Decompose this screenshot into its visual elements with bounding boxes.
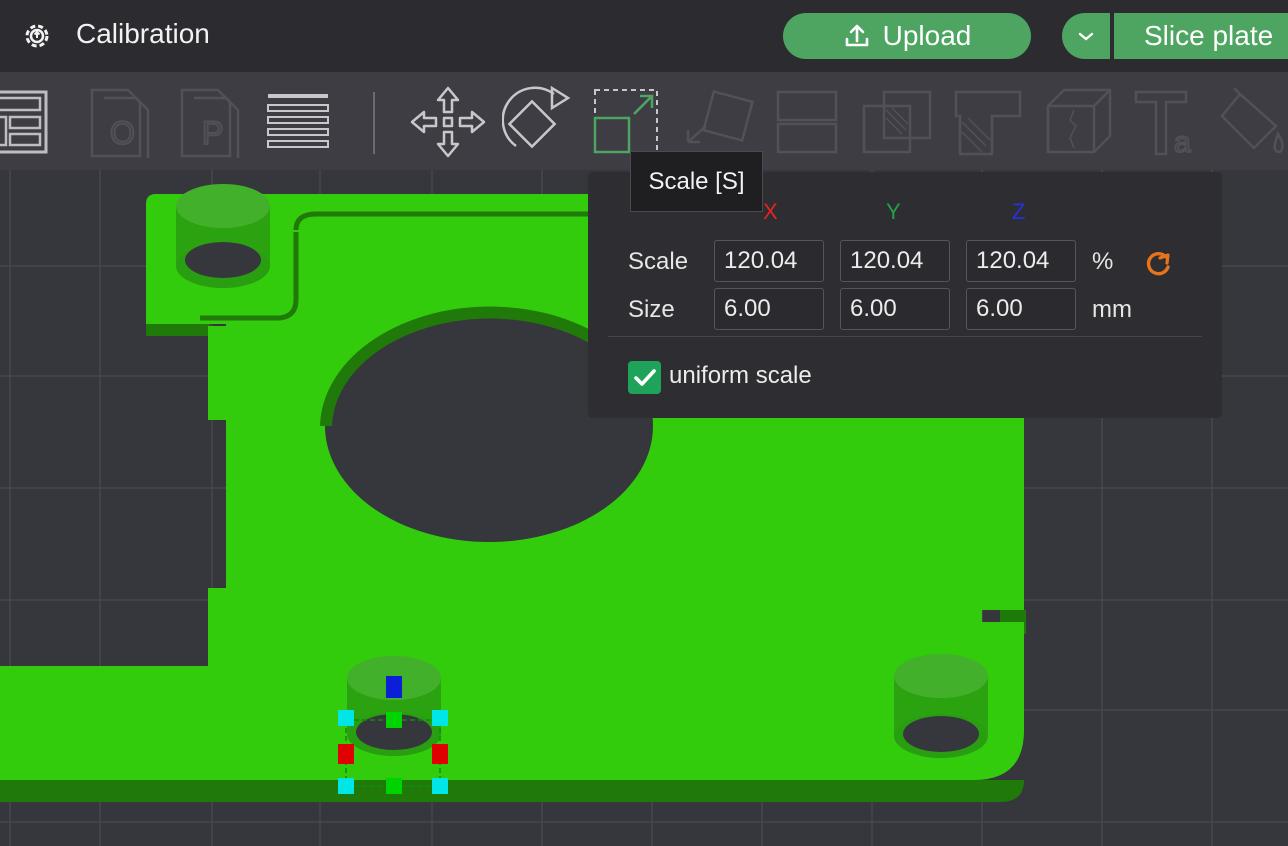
axis-y-label: Y	[886, 199, 901, 224]
cut-icon[interactable]	[776, 86, 840, 158]
page-title: Calibration	[76, 18, 210, 49]
scale-tooltip: Scale [S]	[630, 151, 763, 212]
lay-on-face-icon[interactable]	[684, 86, 756, 158]
text-icon[interactable]: a	[1134, 86, 1206, 158]
scale-icon[interactable]	[592, 86, 662, 158]
x-handle-left	[338, 744, 354, 764]
toolbar-divider	[372, 86, 376, 158]
corner-handle-br	[432, 778, 448, 794]
color-paint-icon[interactable]	[1220, 86, 1288, 158]
cylinder-top-left	[176, 184, 270, 288]
corner-handle-tl	[338, 710, 354, 726]
uniform-scale-label: uniform scale	[669, 362, 812, 389]
layers-icon[interactable]	[266, 86, 330, 158]
uniform-scale-checkbox[interactable]	[628, 361, 661, 394]
center-handle-bottom	[386, 778, 402, 794]
scale-z-input[interactable]: 120.04	[966, 240, 1076, 282]
size-x-input[interactable]: 6.00	[714, 288, 824, 330]
checkmark-icon	[634, 369, 656, 386]
seam-paint-icon[interactable]	[1044, 86, 1116, 158]
axis-z-label: Z	[1012, 199, 1026, 224]
gear-icon[interactable]	[22, 21, 52, 51]
slice-dropdown-button[interactable]	[1062, 13, 1110, 59]
scale-unit: %	[1092, 248, 1114, 275]
scale-row-label: Scale	[628, 248, 689, 275]
slice-plate-label: Slice plate	[1144, 20, 1274, 51]
rotate-icon[interactable]	[502, 86, 574, 158]
center-handle-top	[386, 712, 402, 728]
orient-o-icon[interactable]: O	[88, 86, 154, 158]
move-icon[interactable]	[410, 86, 486, 158]
svg-text:a: a	[1174, 126, 1191, 158]
upload-button[interactable]: Upload	[783, 13, 1031, 59]
panel-divider	[608, 336, 1202, 337]
boolean-icon[interactable]	[862, 86, 934, 158]
axis-x-label: X	[763, 199, 778, 224]
corner-handle-tr	[432, 710, 448, 726]
size-row-label: Size	[628, 296, 675, 323]
corner-handle-bl	[338, 778, 354, 794]
upload-label: Upload	[882, 20, 972, 51]
svg-text:P: P	[202, 115, 223, 151]
cylinder-selected	[347, 656, 441, 756]
size-unit: mm	[1092, 296, 1132, 323]
chevron-down-icon	[1078, 32, 1094, 41]
size-z-input[interactable]: 6.00	[966, 288, 1076, 330]
upload-icon	[845, 24, 868, 47]
title-bar: Calibration Upload Slice plate	[0, 0, 1288, 72]
orient-p-icon[interactable]: P	[178, 86, 244, 158]
support-paint-icon[interactable]	[954, 86, 1024, 158]
x-handle-right	[432, 744, 448, 764]
reset-icon[interactable]	[1144, 249, 1174, 279]
scale-x-input[interactable]: 120.04	[714, 240, 824, 282]
size-y-input[interactable]: 6.00	[840, 288, 950, 330]
scale-y-input[interactable]: 120.04	[840, 240, 950, 282]
z-handle	[386, 676, 402, 698]
arrange-icon[interactable]	[0, 86, 48, 158]
cylinder-bottom-right	[894, 654, 988, 758]
slice-plate-button[interactable]: Slice plate	[1114, 13, 1288, 59]
svg-text:O: O	[110, 115, 135, 151]
